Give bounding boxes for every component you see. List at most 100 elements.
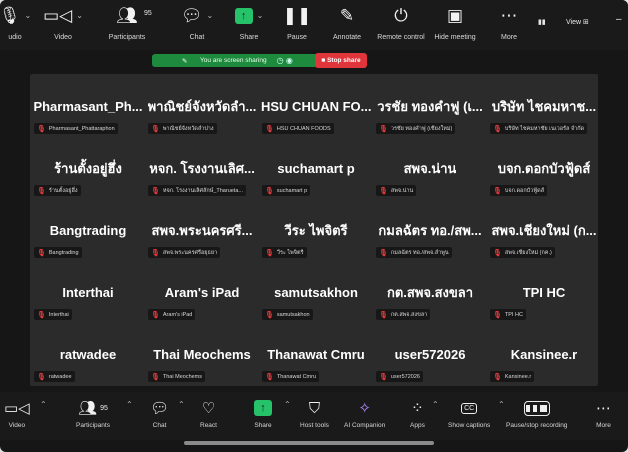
- chevron-up-icon[interactable]: ⌃: [40, 400, 47, 409]
- participant-tile[interactable]: Thai Meochems 🎙︎ Thai Meochems: [146, 324, 258, 384]
- ai-companion-button[interactable]: ✧ AI Companion: [344, 398, 385, 436]
- participant-name: ratwadee: [59, 346, 117, 362]
- participant-tile[interactable]: TPI HC 🎙︎ TPI HC: [488, 262, 600, 322]
- people-icon: 👥︎: [78, 400, 98, 417]
- hide-meeting-button[interactable]: ▣ Hide meeting: [426, 4, 484, 48]
- chevron-down-icon[interactable]: ⌄: [76, 4, 83, 28]
- mic-muted-icon: 🎙︎: [379, 187, 388, 195]
- participant-count: 95: [144, 10, 152, 17]
- participant-tile[interactable]: Bangtrading 🎙︎ Bangtrading: [32, 200, 144, 260]
- participant-name-label: 🎙︎ วรชัย ทองคำฟู (เชียงใหม่): [376, 123, 456, 134]
- apps-button[interactable]: ⁘ Apps: [410, 398, 425, 436]
- participant-tile[interactable]: user572026 🎙︎ user572026: [374, 324, 486, 384]
- participants-button[interactable]: 👥︎ 95 Participants: [98, 4, 156, 48]
- view-layout-icon[interactable]: ▮▮: [538, 18, 546, 26]
- participant-tile[interactable]: samutsakhon 🎙︎ samutsakhon: [260, 262, 372, 322]
- participant-label-text: พาณิชย์จังหวัดลำปาง: [162, 125, 214, 132]
- bottom-share-button[interactable]: ↑ Share: [254, 398, 272, 436]
- participant-tile[interactable]: Pharmasant_Ph... 🎙︎ Pharmasant_Phattarapho…: [32, 76, 144, 136]
- participant-name-label: 🎙︎ samutsakhon: [262, 309, 313, 320]
- participant-label-text: สพจ.พระนครศรีอยุธยา: [162, 249, 218, 256]
- participant-tile[interactable]: กมลฉัตร ทอ./สพ... 🎙︎ กมลฉัตร ทอ./สพจ.ลำพูน: [374, 200, 486, 260]
- chevron-up-icon[interactable]: ⌃: [432, 400, 439, 409]
- video-button[interactable]: ▭◁ ⌄ Video: [34, 4, 92, 48]
- participant-name: บริษัท ไชคมหาช...: [491, 98, 597, 114]
- participant-name: วีระ ไพจิตรี: [284, 222, 348, 238]
- participant-label-text: บจก.ดอกบัวฟู้ดส์: [504, 187, 545, 194]
- participant-tile[interactable]: สพจ.น่าน 🎙︎ สพจ.น่าน: [374, 138, 486, 198]
- banner-status-icons: ◷ ◉: [276, 56, 293, 65]
- bottom-more-button[interactable]: ⋯ More: [596, 398, 611, 436]
- participant-tile[interactable]: วรชัย ทองคำฟู (เ... 🎙︎ วรชัย ทองคำฟู (เชีย…: [374, 76, 486, 136]
- participant-tile[interactable]: suchamart p 🎙︎ suchamart p: [260, 138, 372, 198]
- mic-muted-icon: 🎙︎: [265, 249, 274, 257]
- participant-tile[interactable]: หจก. โรงงานเลิศ... 🎙︎ หจก. โรงงานเลิศลักษ์…: [146, 138, 258, 198]
- bottom-participants-button[interactable]: 👥︎ 95 Participants: [76, 398, 110, 436]
- participant-tile[interactable]: HSU CHUAN FO... 🎙︎ HSU CHUAN FOODS: [260, 76, 372, 136]
- chevron-up-icon[interactable]: ⌃: [284, 400, 291, 409]
- participant-tile[interactable]: บจก.ดอกบัวฟู้ดส์ 🎙︎ บจก.ดอกบัวฟู้ดส์: [488, 138, 600, 198]
- participant-tile[interactable]: Kansinee.r 🎙︎ Kansinee.r: [488, 324, 600, 384]
- chevron-down-icon[interactable]: ⌄: [206, 4, 213, 28]
- mic-muted-icon: 🎙︎: [37, 187, 46, 195]
- participant-name-label: 🎙︎ กต.สพจ.สงขลา: [376, 309, 431, 320]
- chat-bubble-icon: 💬︎: [180, 6, 203, 25]
- chevron-down-icon[interactable]: ⌄: [257, 4, 264, 28]
- chat-button[interactable]: 💬︎ ⌄ Chat: [168, 4, 226, 48]
- remote-control-button[interactable]: ⏻ Remote control: [372, 4, 430, 48]
- chat-bubble-icon: 💬︎: [150, 400, 170, 417]
- participant-tile[interactable]: วีระ ไพจิตรี 🎙︎ วีระ ไพจิตรี: [260, 200, 372, 260]
- view-button[interactable]: View ⊞: [566, 18, 589, 26]
- mic-muted-icon: 🎙︎: [493, 125, 502, 133]
- captions-icon: CC: [461, 402, 478, 414]
- participant-label-text: ratwadee: [48, 373, 72, 380]
- participant-name: suchamart p: [277, 160, 355, 176]
- chevron-up-icon[interactable]: ⌃: [126, 400, 133, 409]
- host-tools-button[interactable]: ⛉ Host tools: [300, 398, 329, 436]
- participant-name: Thai Meochems: [153, 346, 251, 362]
- participant-tile[interactable]: สพจ.เชียงใหม่ (ก... 🎙︎ สพจ.เชียงใหม่ (กค.): [488, 200, 600, 260]
- participant-name-label: 🎙︎ Interthai: [34, 309, 72, 320]
- participant-name: Kansinee.r: [510, 346, 578, 362]
- participant-tile[interactable]: กต.สพจ.สงขลา 🎙︎ กต.สพจ.สงขลา: [374, 262, 486, 322]
- react-button[interactable]: ♡ React: [200, 398, 217, 436]
- apps-grid-icon: ⁘: [411, 400, 424, 417]
- participant-name: ร้านตั้งอยู่ฮึ่ง: [54, 160, 122, 176]
- participant-tile[interactable]: Interthai 🎙︎ Interthai: [32, 262, 144, 322]
- participant-tile[interactable]: สพจ.พระนครศรี... 🎙︎ สพจ.พระนครศรีอยุธยา: [146, 200, 258, 260]
- more-button[interactable]: ⋯ More: [480, 4, 538, 48]
- heart-icon: ♡: [201, 400, 216, 417]
- pause-stop-recording-button[interactable]: Pause/stop recording: [506, 398, 567, 436]
- minimize-icon[interactable]: –: [616, 14, 622, 25]
- chevron-up-icon[interactable]: ⌃: [178, 400, 185, 409]
- chevron-down-icon[interactable]: ⌄: [24, 4, 31, 28]
- participant-tile[interactable]: ratwadee 🎙︎ ratwadee: [32, 324, 144, 384]
- participant-name: samutsakhon: [274, 284, 358, 300]
- mic-muted-icon: 🎙︎: [265, 311, 274, 319]
- show-captions-button[interactable]: CC Show captions: [448, 398, 490, 436]
- participant-name: หจก. โรงงานเลิศ...: [149, 160, 255, 176]
- annotate-button[interactable]: ✎ Annotate: [318, 4, 376, 48]
- participant-name: TPI HC: [522, 284, 566, 300]
- participant-name-label: 🎙︎ suchamart p: [262, 185, 311, 196]
- participant-tile[interactable]: Thanawat Cmru 🎙︎ Thanawat Cmru: [260, 324, 372, 384]
- mic-muted-icon: 🎙︎: [151, 125, 160, 133]
- participant-tile[interactable]: Aram's iPad 🎙︎ Aram's iPad: [146, 262, 258, 322]
- participant-name-label: 🎙︎ Thai Meochems: [148, 371, 206, 382]
- bottom-chat-button[interactable]: 💬︎ Chat: [150, 398, 169, 436]
- participant-tile[interactable]: ร้านตั้งอยู่ฮึ่ง 🎙︎ ร้านตั้งอยู่ฮึ่ง: [32, 138, 144, 198]
- participant-label-text: ร้านตั้งอยู่ฮึ่ง: [48, 187, 78, 194]
- participant-tile[interactable]: บริษัท ไชคมหาช... 🎙︎ บริษัท ไชคมหาชัย เนเว…: [488, 76, 600, 136]
- participant-label-text: กต.สพจ.สงขลา: [390, 311, 428, 318]
- bottom-video-button[interactable]: ▭◁ Video: [4, 398, 30, 436]
- stop-share-button[interactable]: ■ Stop share: [315, 53, 367, 68]
- participant-label-text: บริษัท ไชคมหาชัย เนเวอรัล จำกัด: [504, 125, 585, 132]
- participant-name: พาณิชย์จังหวัดลำ...: [147, 98, 257, 114]
- mic-muted-icon: 🎙︎: [493, 249, 502, 257]
- participant-name: user572026: [394, 346, 466, 362]
- participant-name: Pharmasant_Ph...: [33, 98, 143, 114]
- participant-tile[interactable]: พาณิชย์จังหวัดลำ... 🎙︎ พาณิชย์จังหวัดลำปาง: [146, 76, 258, 136]
- participant-label-text: Interthai: [48, 311, 69, 318]
- participant-name-label: 🎙︎ สพจ.น่าน: [376, 185, 417, 196]
- chevron-up-icon[interactable]: ⌃: [498, 400, 505, 409]
